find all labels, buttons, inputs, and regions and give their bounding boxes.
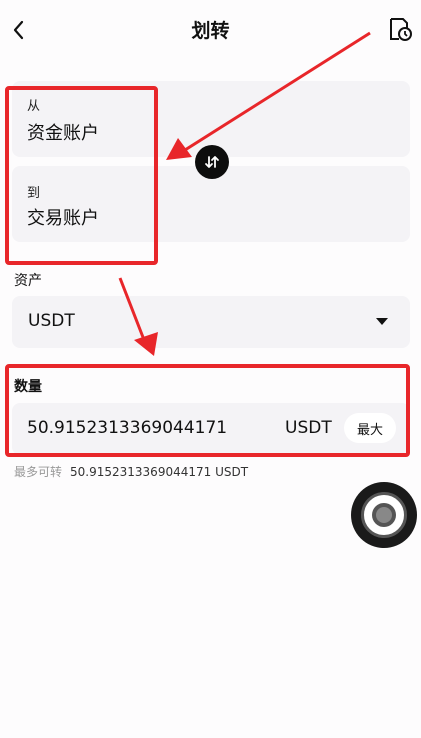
asset-label: 资产 (14, 273, 42, 289)
float-ring (361, 492, 407, 538)
float-inner (372, 503, 396, 527)
amount-input[interactable]: 50.9152313369044171 USDT 最大 (12, 403, 410, 455)
asset-value: USDT (28, 311, 75, 331)
swap-arrows-icon[interactable] (195, 145, 229, 179)
floating-assistive-button[interactable] (351, 482, 417, 548)
amount-unit: USDT (285, 418, 332, 438)
to-account-value: 交易账户 (27, 208, 99, 229)
asset-select[interactable]: USDT (12, 296, 410, 348)
float-center (376, 507, 392, 523)
from-label: 从 (27, 99, 41, 114)
max-button[interactable]: 最大 (344, 413, 396, 443)
document-clock-icon[interactable] (386, 15, 414, 43)
caret-down-icon (376, 318, 388, 325)
page-title: 划转 (191, 20, 230, 42)
amount-value[interactable]: 50.9152313369044171 (27, 418, 227, 438)
available-label: 最多可转 (14, 465, 63, 479)
from-account-value: 资金账户 (27, 123, 99, 144)
amount-label: 数量 (14, 379, 42, 395)
available-balance: 最多可转 50.9152313369044171 USDT (14, 463, 248, 480)
to-label: 到 (27, 186, 41, 201)
header: 划转 (0, 0, 421, 60)
available-value: 50.9152313369044171 USDT (70, 465, 249, 479)
